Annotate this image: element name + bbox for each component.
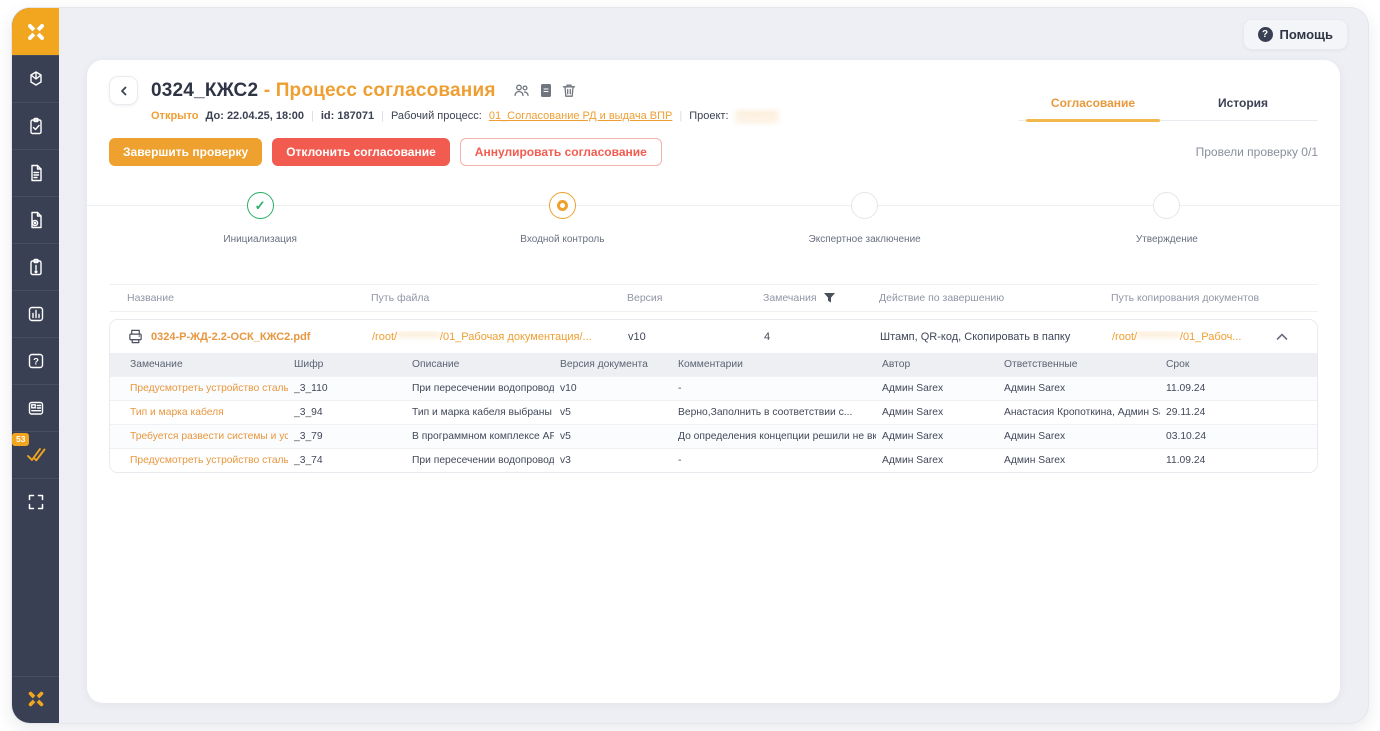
step-current-icon xyxy=(548,192,576,219)
sarex-logo-icon xyxy=(27,23,44,40)
process-id: id: 187071 xyxy=(320,110,375,122)
document-name-link[interactable]: 0324-Р-ЖД-2.2-ОСК_КЖС2.pdf xyxy=(151,331,310,343)
document-row[interactable]: 0324-Р-ЖД-2.2-ОСК_КЖС2.pdf /root/*******… xyxy=(110,320,1317,353)
clipboard-check-icon xyxy=(29,117,42,135)
file-version: v10 xyxy=(628,330,646,343)
sidebar-item-models[interactable] xyxy=(12,55,59,102)
remarks-table-header: Замечание Шифр Описание Версия документа… xyxy=(110,353,1317,376)
chevron-left-icon xyxy=(120,86,126,95)
document-icon xyxy=(30,164,42,182)
content-card: 0324_КЖС2 - Процесс согласования Открыто… xyxy=(87,60,1340,703)
question-icon: ? xyxy=(28,353,43,369)
project-label: Проект: xyxy=(689,110,729,122)
sidebar-item-expand[interactable] xyxy=(12,478,59,525)
workflow-label: Рабочий процесс: xyxy=(390,110,482,122)
sidebar-item-stamped-docs[interactable] xyxy=(12,196,59,243)
sidebar-item-registry[interactable] xyxy=(12,384,59,431)
due-date: До: 22.04.25, 18:00 xyxy=(205,110,305,122)
clipboard-alert-icon xyxy=(29,258,42,276)
check-progress-note: Провели проверку 0/1 xyxy=(1195,145,1318,159)
sarex-logo[interactable] xyxy=(12,8,59,55)
approvals-count-badge: 53 xyxy=(12,433,30,446)
process-header: 0324_КЖС2 - Процесс согласования Открыто… xyxy=(109,76,1318,122)
app: ? 53 ? Помощь 0324_КЖС2 - Процесс соглас… xyxy=(0,0,1380,731)
status-badge: Открыто xyxy=(151,110,199,122)
workflow-link[interactable]: 01_Согласование РД и выдача ВПР xyxy=(489,110,673,122)
project-link-redacted[interactable]: ********** xyxy=(736,110,779,122)
remark-link[interactable]: Требуется развести системы и устранить к… xyxy=(130,431,288,442)
remark-link[interactable]: Предусмотреть устройство стального футл.… xyxy=(130,455,288,466)
remark-link[interactable]: Тип и марка кабеля xyxy=(130,407,288,418)
expand-icon xyxy=(28,494,43,510)
remarks-count: 4 xyxy=(764,330,771,343)
step-pending-icon xyxy=(851,192,879,219)
sidebar-item-approvals[interactable]: 53 xyxy=(12,431,59,478)
step-approval: Утверждение xyxy=(1016,192,1318,258)
remark-row[interactable]: Тип и марка кабеля _3_94 Тип и марка каб… xyxy=(110,400,1317,424)
main-area: ? Помощь 0324_КЖС2 - Процесс согласовани… xyxy=(59,8,1368,723)
sidebar: ? 53 xyxy=(12,8,59,723)
chevron-up-icon xyxy=(1276,333,1288,340)
step-pending-icon xyxy=(1153,192,1181,219)
models-icon xyxy=(29,71,42,86)
filter-icon[interactable] xyxy=(823,292,836,304)
collapse-row-button[interactable] xyxy=(1265,333,1299,341)
action-bar: Завершить проверку Отклонить согласовани… xyxy=(109,138,1318,166)
help-icon: ? xyxy=(1257,26,1273,42)
sidebar-item-issues[interactable] xyxy=(12,243,59,290)
svg-text:?: ? xyxy=(33,357,39,368)
documents-table: Название Путь файла Версия Замечания Дей… xyxy=(109,284,1318,473)
workflow-stepper: ✓ Инициализация Входной контроль Эксперт… xyxy=(87,192,1340,258)
double-check-icon xyxy=(26,448,45,462)
annul-approval-button[interactable]: Аннулировать согласование xyxy=(459,138,662,166)
page-title: 0324_КЖС2 - Процесс согласования xyxy=(151,79,496,101)
app-window: ? 53 ? Помощь 0324_КЖС2 - Процесс соглас… xyxy=(12,8,1368,723)
topbar: ? Помощь xyxy=(59,8,1368,60)
sidebar-item-help[interactable]: ? xyxy=(12,337,59,384)
finish-check-button[interactable]: Завершить проверку xyxy=(109,138,263,166)
document-stamp-icon xyxy=(30,211,42,229)
pdf-file-icon xyxy=(129,329,142,344)
decline-approval-button[interactable]: Отклонить согласование xyxy=(272,138,450,166)
tab-bar: Согласование История xyxy=(1018,96,1318,122)
help-label: Помощь xyxy=(1279,26,1333,42)
step-done-icon: ✓ xyxy=(246,192,274,219)
sidebar-item-tasks[interactable] xyxy=(12,102,59,149)
registry-icon xyxy=(28,401,43,415)
step-input-control: Входной контроль xyxy=(411,192,713,258)
copy-path[interactable]: /root/**********/01_Рабоч... xyxy=(1112,331,1265,343)
help-button[interactable]: ? Помощь xyxy=(1242,18,1348,50)
remark-link[interactable]: Предусмотреть устройство стального футл.… xyxy=(130,383,288,394)
completion-action: Штамп, QR-код, Скопировать в папку xyxy=(880,330,1071,343)
sidebar-item-documents[interactable] xyxy=(12,149,59,196)
sidebar-footer-logo[interactable] xyxy=(12,676,59,723)
participants-icon[interactable] xyxy=(513,83,530,98)
step-expert-review: Экспертное заключение xyxy=(714,192,1016,258)
file-path[interactable]: /root/**********/01_Рабочая документация… xyxy=(372,331,628,343)
remark-row[interactable]: Предусмотреть устройство стального футл.… xyxy=(110,448,1317,472)
back-button[interactable] xyxy=(109,76,138,105)
tab-history[interactable]: История xyxy=(1168,96,1318,120)
remark-row[interactable]: Предусмотреть устройство стального футл.… xyxy=(110,376,1317,400)
step-initialization: ✓ Инициализация xyxy=(109,192,411,258)
bar-chart-icon xyxy=(28,306,43,322)
sidebar-item-reports[interactable] xyxy=(12,290,59,337)
tab-approval[interactable]: Согласование xyxy=(1018,96,1168,122)
documents-table-header: Название Путь файла Версия Замечания Дей… xyxy=(109,284,1318,312)
document-group: 0324-Р-ЖД-2.2-ОСК_КЖС2.pdf /root/*******… xyxy=(109,319,1318,473)
remark-row[interactable]: Требуется развести системы и устранить к… xyxy=(110,424,1317,448)
copy-id-icon[interactable] xyxy=(540,83,552,98)
trash-icon[interactable] xyxy=(562,83,576,98)
sarex-logo-footer-icon xyxy=(28,691,43,707)
